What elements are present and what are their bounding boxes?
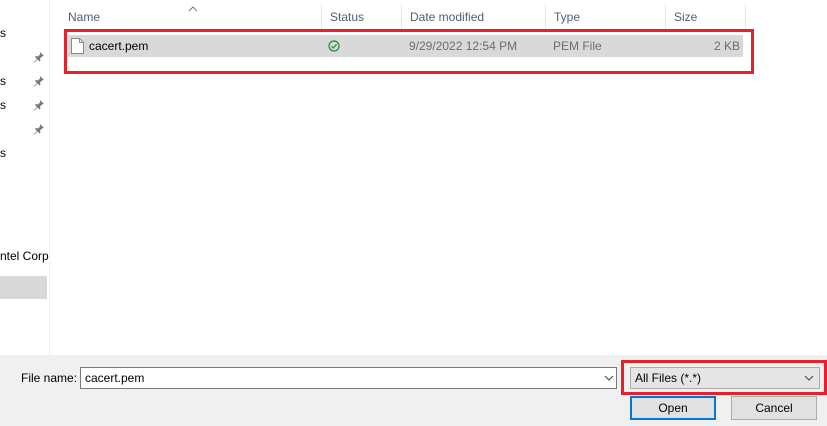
nav-item-quick-access[interactable]: s	[0, 23, 6, 43]
column-header-size[interactable]: Size	[666, 5, 746, 30]
nav-item-desktop[interactable]: s	[0, 71, 6, 91]
cancel-button[interactable]: Cancel	[731, 396, 817, 420]
nav-item-label: ntel Corp	[0, 249, 49, 263]
navigation-pane: s s s s ntel Corp	[0, 0, 49, 355]
file-name-input[interactable]: cacert.pem	[85, 368, 144, 388]
pin-icon	[34, 100, 44, 111]
nav-item-label: s	[0, 98, 6, 112]
column-header-type[interactable]: Type	[546, 5, 666, 30]
chevron-down-icon[interactable]	[604, 373, 614, 383]
column-header-name[interactable]: Name	[60, 5, 322, 30]
highlight-annotation-file-row	[64, 29, 754, 74]
pin-icon	[34, 124, 44, 135]
nav-item-selected[interactable]	[0, 276, 47, 299]
nav-item-downloads[interactable]: s	[0, 95, 6, 115]
pane-divider[interactable]	[49, 0, 50, 355]
nav-item-intel-corp[interactable]: ntel Corp	[0, 246, 49, 266]
pin-icon	[34, 52, 44, 63]
column-headers: Name Status Date modified Type Size	[60, 5, 827, 30]
nav-item-label: s	[0, 146, 6, 160]
column-header-status[interactable]: Status	[322, 5, 402, 30]
column-header-date-modified[interactable]: Date modified	[402, 5, 546, 30]
nav-item-pictures[interactable]: s	[0, 143, 6, 163]
pin-icon	[34, 76, 44, 87]
nav-item-label: s	[0, 74, 6, 88]
file-name-label: File name:	[21, 371, 78, 385]
highlight-annotation-file-type	[621, 360, 827, 395]
open-button[interactable]: Open	[630, 396, 716, 420]
nav-item-label: s	[0, 26, 6, 40]
file-name-combobox[interactable]: cacert.pem	[80, 367, 617, 389]
